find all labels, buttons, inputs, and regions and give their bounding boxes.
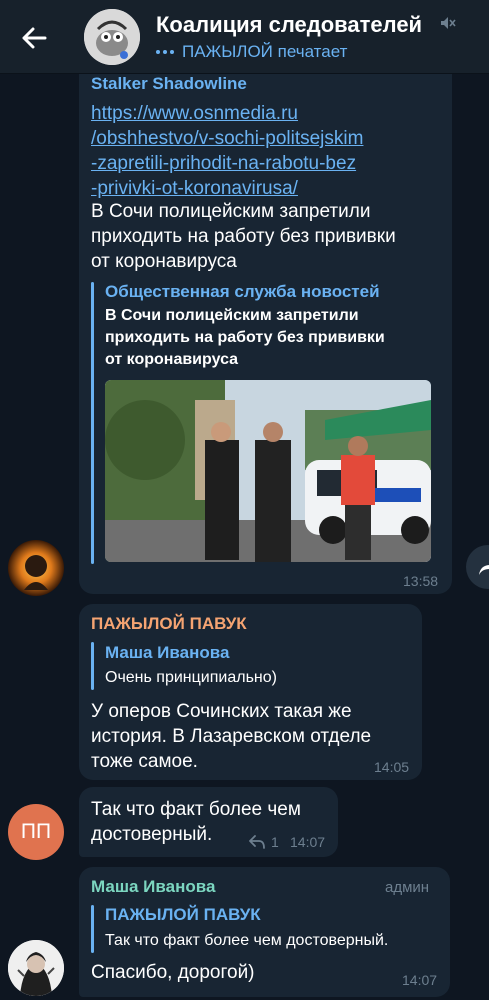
link-line[interactable]: /obshhestvo/v-sochi-politsejskim [91, 126, 431, 151]
link-line[interactable]: -privivki-ot-koronavirusa/ [91, 176, 431, 201]
text-line: приходить на работу без прививки [91, 226, 396, 247]
message-sender[interactable]: ПАЖЫЛОЙ ПАВУК [91, 614, 247, 634]
preview-line: от коронавируса [105, 351, 239, 368]
chat-header: Коалиция следователей ПАЖЫЛОЙ печатает [0, 0, 489, 74]
share-arrow-icon[interactable] [466, 545, 489, 589]
link-preview-bar [91, 282, 94, 564]
message-text: В Сочи полицейским запретили приходить н… [91, 199, 441, 274]
text-line: Так что факт более чем [91, 799, 301, 820]
message-time: 14:07 [402, 972, 438, 988]
text-line: У оперов Сочинских такая же [91, 701, 352, 722]
preview-line: В Сочи полицейским запретили [105, 307, 359, 324]
back-arrow-icon[interactable] [18, 22, 50, 54]
message-text: Спасибо, дорогой) [91, 962, 255, 983]
link-preview-site[interactable]: Общественная служба новостей [105, 282, 380, 302]
avatar-initials: ПП [20, 820, 52, 843]
text-line: от коронавируса [91, 251, 237, 272]
reply-arrow-icon[interactable] [248, 835, 265, 849]
text-line: В Сочи полицейским запретили [91, 201, 371, 222]
typing-dots-icon [156, 50, 174, 54]
message-sender[interactable]: Stalker Shadowline [91, 74, 247, 94]
chat-title[interactable]: Коалиция следователей [156, 12, 422, 38]
chat-avatar[interactable] [84, 9, 140, 65]
message-time: 14:07 [290, 834, 326, 850]
message-text: У оперов Сочинских такая же история. В Л… [91, 699, 411, 774]
message-sender[interactable]: Маша Иванова [91, 877, 215, 897]
reply-count[interactable]: 1 [271, 834, 279, 850]
link-line[interactable]: -zapretili-prihodit-na-rabotu-bez [91, 151, 431, 176]
typing-status: ПАЖЫЛОЙ печатает [156, 42, 347, 62]
message-time: 14:05 [374, 759, 410, 775]
reply-quote-text[interactable]: Очень принципиально) [105, 667, 277, 689]
avatar-stalker[interactable] [8, 540, 64, 596]
link-line[interactable]: https://www.osnmedia.ru [91, 101, 431, 126]
reply-quote-name[interactable]: ПАЖЫЛОЙ ПАВУК [105, 905, 261, 925]
avatar-pavuk[interactable]: ПП [8, 804, 64, 860]
link-preview-photo[interactable] [105, 380, 431, 562]
reply-quote-bar [91, 905, 94, 953]
text-line: тоже самое. [91, 751, 198, 772]
reply-quote-text[interactable]: Так что факт более чем достоверный. [105, 930, 388, 952]
avatar-masha[interactable] [8, 940, 64, 996]
muted-speaker-icon [438, 14, 456, 32]
reply-quote-name[interactable]: Маша Иванова [105, 643, 229, 663]
message-time: 13:58 [403, 573, 439, 589]
text-line: история. В Лазаревском отделе [91, 726, 372, 747]
reply-quote-bar [91, 642, 94, 690]
link-preview-title[interactable]: В Сочи полицейским запретили приходить н… [105, 305, 425, 371]
admin-badge: админ [385, 879, 430, 896]
preview-line: приходить на работу без прививки [105, 329, 385, 346]
typing-status-text: ПАЖЫЛОЙ печатает [182, 42, 348, 61]
message-link[interactable]: https://www.osnmedia.ru /obshhestvo/v-so… [91, 101, 431, 201]
